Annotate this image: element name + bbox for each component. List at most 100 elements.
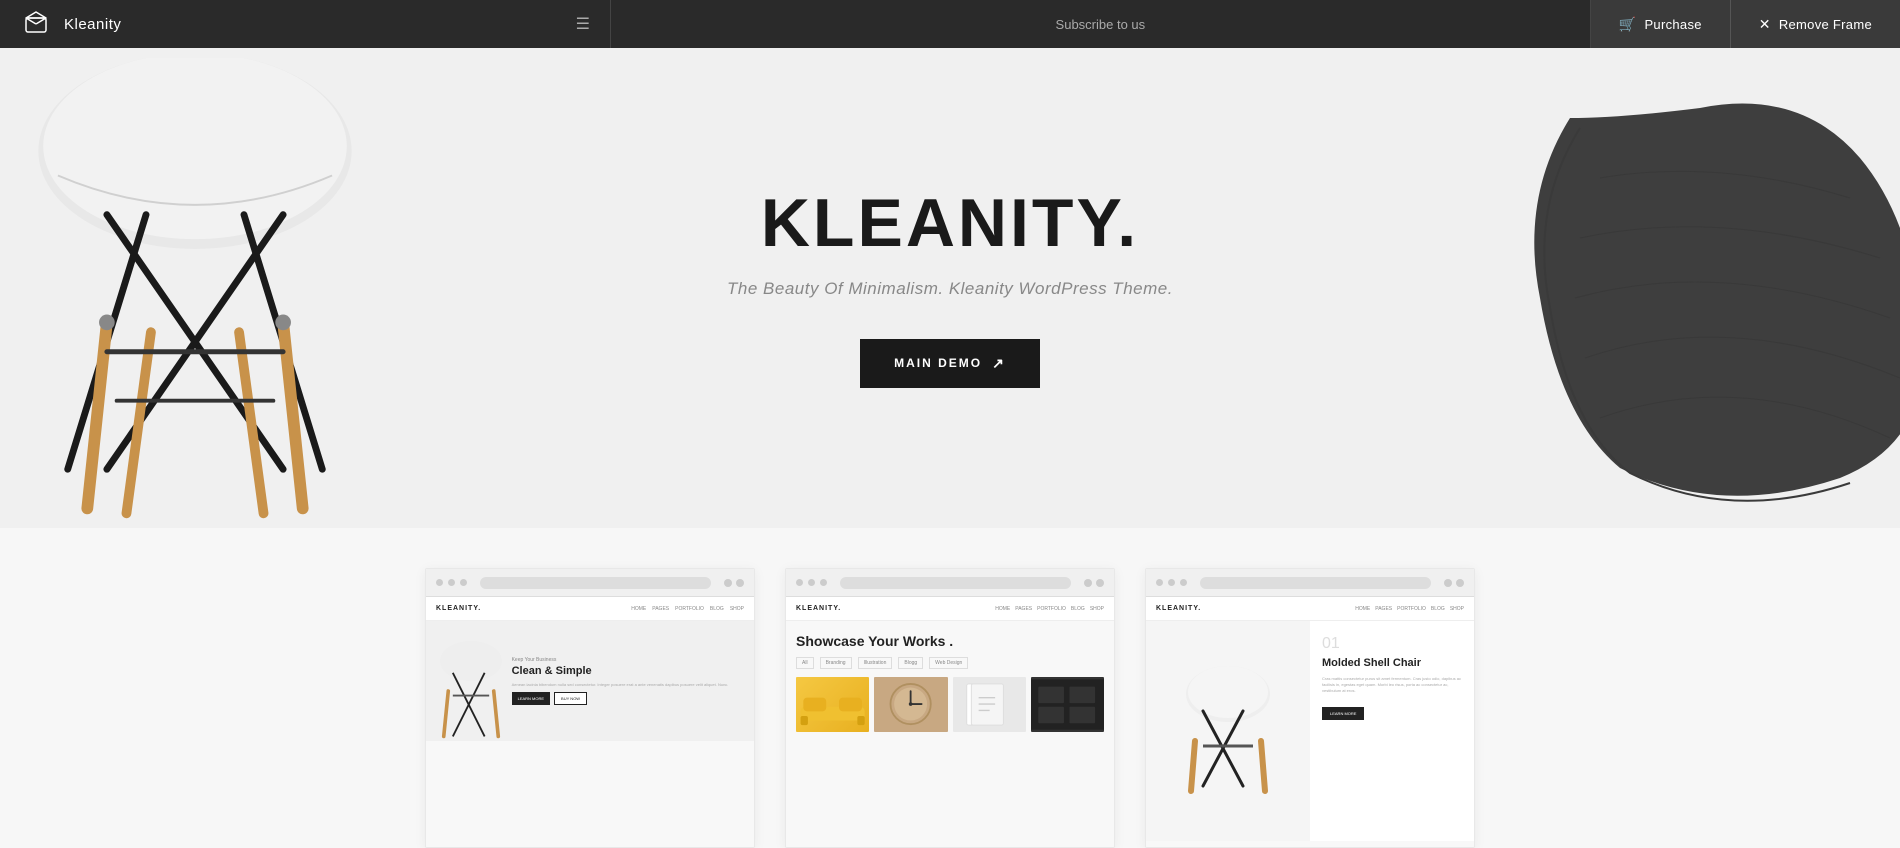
thumb-docs (953, 677, 1026, 732)
browser-dot (820, 579, 827, 586)
browser-dot-red (436, 579, 443, 586)
url-bar (480, 577, 711, 589)
topbar: Kleanity ☰ Subscribe to us 🛒 Purchase ✕ … (0, 0, 1900, 48)
previews-section: KLEANITY. HOME PAGES PORTFOLIO BLOG SHOP (0, 528, 1900, 848)
remove-frame-button[interactable]: ✕ Remove Frame (1731, 0, 1900, 48)
preview1-content: KLEANITY. HOME PAGES PORTFOLIO BLOG SHOP (426, 597, 754, 847)
preview3-description: Cras mattis consectetur purus sit amet f… (1322, 676, 1462, 694)
filter-branding[interactable]: Branding (820, 657, 852, 669)
preview2-nav: KLEANITY. HOME PAGES PORTFOLIO BLOG SHOP (786, 597, 1114, 621)
preview1-big-label: Clean & Simple (512, 665, 729, 678)
external-link-icon: ↗ (992, 355, 1006, 372)
preview1-logo: KLEANITY. (436, 605, 481, 612)
preview2-logo: KLEANITY. (796, 605, 841, 612)
browser-icon (1084, 579, 1092, 587)
preview2-title: Showcase Your Works . (796, 633, 1104, 649)
subscribe-text[interactable]: Subscribe to us (1056, 17, 1146, 32)
purchase-button[interactable]: 🛒 Purchase (1591, 0, 1731, 48)
preview2-filter: All Branding Illustration Blogg Web Desi… (796, 657, 1104, 669)
hero-subtitle: The Beauty Of Minimalism. Kleanity WordP… (727, 279, 1173, 299)
filter-illustration[interactable]: Illustration (858, 657, 893, 669)
browser-icons (724, 579, 744, 587)
browser-icon (1456, 579, 1464, 587)
browser-bar-3 (1146, 569, 1474, 597)
preview3-text: 01 Molded Shell Chair Cras mattis consec… (1310, 621, 1474, 841)
preview1-buy-now[interactable]: BUY NOW (554, 692, 587, 705)
browser-icon (1444, 579, 1452, 587)
browser-icons (1084, 579, 1104, 587)
nav-shop: SHOP (1450, 606, 1464, 612)
preview1-nav-item: PAGES (652, 606, 669, 612)
browser-dot-green (460, 579, 467, 586)
hero-title: KLEANITY. (727, 189, 1173, 257)
browser-icon (736, 579, 744, 587)
filter-all[interactable]: All (796, 657, 814, 669)
filter-blog[interactable]: Blogg (898, 657, 923, 669)
preview3-learn-more[interactable]: LEARN MORE (1322, 707, 1364, 720)
logo-icon (20, 8, 52, 40)
topbar-left: Kleanity ☰ (0, 8, 610, 40)
browser-dot (808, 579, 815, 586)
thumb-clock (874, 677, 947, 732)
nav-blog: BLOG (1071, 606, 1085, 612)
browser-bar-2 (786, 569, 1114, 597)
preview1-text: Keep Your Business Clean & Simple Aenean… (512, 657, 729, 705)
browser-dot (1180, 579, 1187, 586)
hero-content: KLEANITY. The Beauty Of Minimalism. Klea… (727, 189, 1173, 388)
preview2-grid (796, 677, 1104, 732)
preview3-number: 01 (1322, 635, 1462, 653)
main-demo-button[interactable]: MAIN DEMO ↗ (860, 339, 1040, 388)
hero-chair-right (1500, 48, 1900, 528)
preview1-hero: Keep Your Business Clean & Simple Aenean… (426, 621, 754, 741)
preview-card-molded: KLEANITY. HOME PAGES PORTFOLIO BLOG SHOP (1145, 568, 1475, 848)
preview1-learn-more[interactable]: LEARN MORE (512, 692, 550, 705)
topbar-center: Subscribe to us (610, 0, 1591, 48)
thumb-dark-boxes (1031, 677, 1104, 732)
preview1-description: Aenean lacinia bibendum nulla sed consec… (512, 682, 729, 688)
preview3-title: Molded Shell Chair (1322, 657, 1462, 670)
menu-icon[interactable]: ☰ (576, 14, 590, 34)
preview2-content: KLEANITY. HOME PAGES PORTFOLIO BLOG SHOP… (786, 597, 1114, 847)
preview3-chair-image (1146, 621, 1310, 841)
preview1-buttons: LEARN MORE BUY NOW (512, 692, 729, 705)
preview1-nav: KLEANITY. HOME PAGES PORTFOLIO BLOG SHOP (426, 597, 754, 621)
nav-blog: BLOG (1431, 606, 1445, 612)
nav-pages: PAGES (1375, 606, 1392, 612)
preview1-nav-item: SHOP (730, 606, 744, 612)
browser-dot-yellow (448, 579, 455, 586)
browser-icon (724, 579, 732, 587)
preview1-nav-item: BLOG (710, 606, 724, 612)
preview1-nav-items: HOME PAGES PORTFOLIO BLOG SHOP (631, 606, 744, 612)
preview3-content: KLEANITY. HOME PAGES PORTFOLIO BLOG SHOP (1146, 597, 1474, 847)
preview2-body: Showcase Your Works . All Branding Illus… (786, 621, 1114, 744)
browser-icons (1444, 579, 1464, 587)
filter-webdesign[interactable]: Web Design (929, 657, 968, 669)
nav-home: HOME (1355, 606, 1370, 612)
browser-bar-1 (426, 569, 754, 597)
preview1-nav-item: PORTFOLIO (675, 606, 704, 612)
nav-pages: PAGES (1015, 606, 1032, 612)
preview1-small-label: Keep Your Business (512, 657, 729, 663)
nav-shop: SHOP (1090, 606, 1104, 612)
hero-chair-left (0, 48, 410, 528)
nav-portfolio: PORTFOLIO (1397, 606, 1426, 612)
browser-dot (1156, 579, 1163, 586)
preview1-nav-item: HOME (631, 606, 646, 612)
preview3-nav-items: HOME PAGES PORTFOLIO BLOG SHOP (1355, 606, 1464, 612)
main-demo-label: MAIN DEMO (894, 356, 982, 370)
topbar-title: Kleanity (64, 16, 121, 33)
url-bar (840, 577, 1071, 589)
preview2-nav-items: HOME PAGES PORTFOLIO BLOG SHOP (995, 606, 1104, 612)
remove-frame-label: Remove Frame (1779, 17, 1872, 32)
preview-card-showcase: KLEANITY. HOME PAGES PORTFOLIO BLOG SHOP… (785, 568, 1115, 848)
preview3-nav: KLEANITY. HOME PAGES PORTFOLIO BLOG SHOP (1146, 597, 1474, 621)
purchase-label: Purchase (1644, 17, 1701, 32)
browser-dot (1168, 579, 1175, 586)
browser-icon (1096, 579, 1104, 587)
close-icon: ✕ (1759, 16, 1771, 33)
browser-dot (796, 579, 803, 586)
preview-card-business: KLEANITY. HOME PAGES PORTFOLIO BLOG SHOP (425, 568, 755, 848)
thumb-yellow-sofa (796, 677, 869, 732)
cart-icon: 🛒 (1619, 16, 1637, 33)
url-bar (1200, 577, 1431, 589)
